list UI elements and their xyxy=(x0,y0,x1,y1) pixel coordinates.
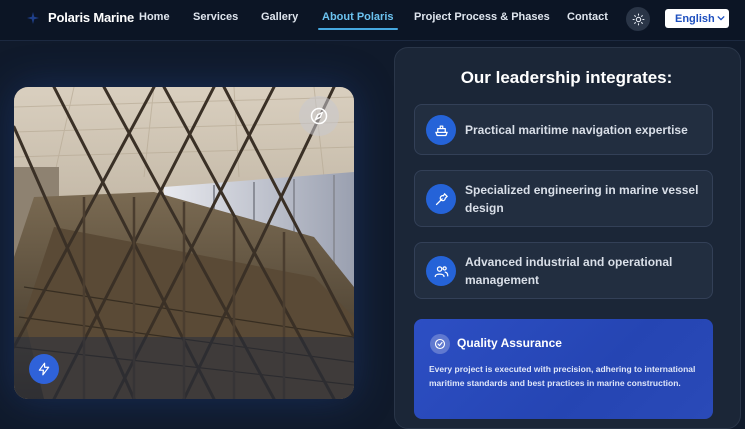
leadership-card-text: Specialized engineering in marine vessel… xyxy=(465,183,699,215)
quality-assurance-card: Quality Assurance Every project is execu… xyxy=(414,319,713,419)
nav-link-process[interactable]: Project Process & Phases xyxy=(414,11,550,23)
language-select[interactable]: English xyxy=(665,9,729,28)
chevron-down-icon xyxy=(717,15,725,21)
users-icon-wrap xyxy=(426,256,456,286)
leadership-title: Our leadership integrates: xyxy=(460,68,673,87)
wrench-icon-wrap xyxy=(426,184,456,214)
users-icon xyxy=(434,265,448,277)
nav-link-services[interactable]: Services xyxy=(193,11,238,23)
nav-link-home[interactable]: Home xyxy=(139,11,170,23)
check-circle-icon xyxy=(434,338,446,350)
sun-icon xyxy=(632,13,644,25)
top-navbar: Polaris Marine Home Services Gallery Abo… xyxy=(0,0,745,41)
brand-name: Polaris Marine xyxy=(48,10,135,25)
nav-link-gallery[interactable]: Gallery xyxy=(261,11,298,23)
hero-lightning-badge[interactable] xyxy=(29,354,59,384)
brand[interactable]: Polaris Marine xyxy=(26,10,134,25)
ship-icon xyxy=(434,125,448,136)
leadership-card-text: Practical maritime navigation expertise xyxy=(465,123,688,137)
language-select-value: English xyxy=(675,12,715,25)
leadership-card-navigation: Practical maritime navigation expertise xyxy=(414,104,713,155)
ship-icon-wrap xyxy=(426,115,456,145)
wrench-icon xyxy=(435,192,448,205)
theme-toggle-button[interactable] xyxy=(626,7,650,31)
leadership-card-engineering: Specialized engineering in marine vessel… xyxy=(414,170,713,227)
nav-link-about[interactable]: About Polaris xyxy=(318,11,398,30)
leadership-card-text: Advanced industrial and operational mana… xyxy=(465,255,673,287)
compass-icon xyxy=(310,107,328,125)
lightning-icon xyxy=(38,362,50,376)
check-circle-icon-wrap xyxy=(430,334,450,354)
leadership-card-management: Advanced industrial and operational mana… xyxy=(414,242,713,299)
star-logo-icon xyxy=(27,11,39,24)
hero-compass-badge[interactable] xyxy=(299,96,339,136)
nav-link-contact[interactable]: Contact xyxy=(567,11,608,23)
hero-image xyxy=(14,87,354,399)
quality-assurance-description: Every project is executed with precision… xyxy=(429,364,696,388)
quality-assurance-title: Quality Assurance xyxy=(457,336,562,350)
